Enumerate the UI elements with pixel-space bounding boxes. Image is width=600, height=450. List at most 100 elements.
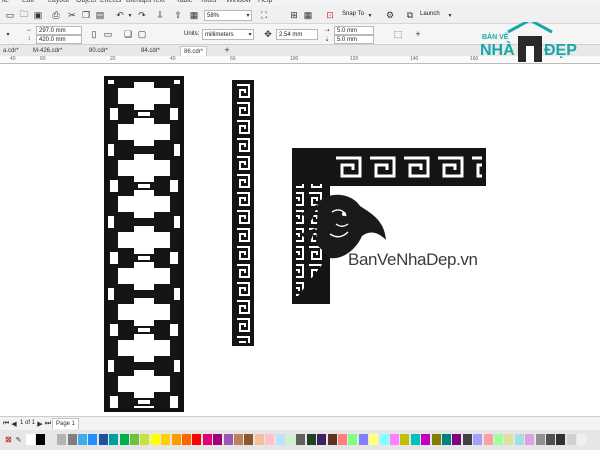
color-swatch[interactable] xyxy=(546,434,555,445)
duplicate-distance-y-field[interactable]: 5.0 mm xyxy=(334,35,374,44)
new-document-icon[interactable]: ▭ xyxy=(4,9,16,21)
page-width-field[interactable]: 297.0 mm xyxy=(36,26,82,35)
portrait-icon[interactable]: ▯ xyxy=(88,28,100,40)
color-swatch[interactable] xyxy=(566,434,576,445)
color-swatch[interactable] xyxy=(67,434,77,445)
color-swatch[interactable] xyxy=(452,434,462,445)
drawing-canvas[interactable]: BanVeNhaDep.vn xyxy=(0,64,600,416)
eyedropper-icon[interactable]: ✎ xyxy=(14,435,23,444)
save-icon[interactable]: ▣ xyxy=(32,9,44,21)
color-swatch[interactable] xyxy=(556,434,566,445)
copy-icon[interactable]: ❐ xyxy=(80,9,92,21)
chevron-down-icon[interactable]: ▾ xyxy=(446,9,454,21)
color-swatch[interactable] xyxy=(358,434,368,445)
landscape-icon[interactable]: ▭ xyxy=(102,28,114,40)
menu-item[interactable]: Effects xyxy=(100,0,121,4)
menu-item[interactable]: Window xyxy=(226,0,251,4)
launch-label[interactable]: Launch xyxy=(420,11,440,17)
previous-page-icon[interactable]: ◀ xyxy=(10,419,18,429)
color-swatch[interactable] xyxy=(78,434,87,445)
full-screen-icon[interactable]: ⛶ xyxy=(258,9,270,21)
menu-item[interactable]: Help xyxy=(258,0,272,4)
page-height-field[interactable]: 420.0 mm xyxy=(36,35,82,44)
color-swatch[interactable] xyxy=(317,434,327,445)
color-swatch[interactable] xyxy=(400,434,410,445)
all-pages-icon[interactable]: ❏ xyxy=(122,28,134,40)
color-swatch[interactable] xyxy=(431,434,441,445)
lattice-panel-shape[interactable] xyxy=(104,76,184,412)
color-swatch[interactable] xyxy=(286,434,295,445)
first-page-icon[interactable]: ⏮ xyxy=(2,419,10,429)
next-page-icon[interactable]: ▶ xyxy=(36,419,44,429)
color-swatch[interactable] xyxy=(462,434,472,445)
color-swatch[interactable] xyxy=(26,434,35,445)
menu-item[interactable]: ile xyxy=(2,0,9,4)
document-tab[interactable]: 84.cdr* xyxy=(138,46,163,56)
menu-item[interactable]: Layout xyxy=(48,0,69,4)
greek-key-strip-shape[interactable] xyxy=(232,80,254,346)
menu-item[interactable]: Table xyxy=(176,0,193,4)
color-swatch[interactable] xyxy=(483,434,493,445)
gear-icon[interactable]: ⚙ xyxy=(384,9,396,21)
color-swatch[interactable] xyxy=(46,434,56,445)
color-swatch[interactable] xyxy=(130,434,139,445)
document-tab[interactable]: 80.cdr* xyxy=(86,46,111,56)
document-tab[interactable]: M-426.cdr* xyxy=(30,46,65,56)
menu-item[interactable]: Bitmaps xyxy=(126,0,151,4)
color-swatch[interactable] xyxy=(327,434,337,445)
color-swatch[interactable] xyxy=(161,434,171,445)
color-swatch[interactable] xyxy=(234,434,243,445)
chevron-down-icon[interactable]: ▾ xyxy=(366,9,374,21)
corner-bracket-shape[interactable] xyxy=(292,148,486,304)
color-swatch[interactable] xyxy=(98,434,108,445)
color-swatch[interactable] xyxy=(410,434,420,445)
export-icon[interactable]: ⇧ xyxy=(172,9,184,21)
add-tab-icon[interactable]: + xyxy=(222,45,232,55)
color-swatch[interactable] xyxy=(535,434,545,445)
color-swatch[interactable] xyxy=(348,434,358,445)
color-swatch[interactable] xyxy=(254,434,264,445)
color-swatch[interactable] xyxy=(182,434,191,445)
publish-pdf-icon[interactable]: ▦ xyxy=(188,9,200,21)
print-icon[interactable]: ⎙ xyxy=(50,9,62,21)
menu-item[interactable]: Edit xyxy=(22,0,34,4)
color-swatch[interactable] xyxy=(171,434,181,445)
open-folder-icon[interactable]: 🗀 xyxy=(18,9,30,21)
chevron-down-icon[interactable]: ▾ xyxy=(244,10,252,21)
color-swatch[interactable] xyxy=(494,434,503,445)
color-swatch[interactable] xyxy=(442,434,451,445)
color-swatch[interactable] xyxy=(525,434,535,445)
menu-item[interactable]: Text xyxy=(152,0,165,4)
color-swatch[interactable] xyxy=(88,434,98,445)
color-swatch[interactable] xyxy=(473,434,483,445)
document-tab[interactable]: a.cdr* xyxy=(0,46,22,56)
color-swatch[interactable] xyxy=(140,434,150,445)
redo-icon[interactable]: ↷ xyxy=(136,9,148,21)
chevron-down-icon[interactable]: ▾ xyxy=(126,9,134,21)
page-frame-icon[interactable]: ⬚ xyxy=(392,28,404,40)
color-swatch[interactable] xyxy=(223,434,233,445)
color-swatch[interactable] xyxy=(514,434,524,445)
page-size-select[interactable]: ▾ xyxy=(0,29,16,39)
undo-icon[interactable]: ↶ xyxy=(114,9,126,21)
color-swatch[interactable] xyxy=(213,434,223,445)
add-icon[interactable]: + xyxy=(412,28,424,40)
color-swatch[interactable] xyxy=(296,434,306,445)
color-swatch[interactable] xyxy=(421,434,431,445)
color-swatch[interactable] xyxy=(150,434,160,445)
paste-icon[interactable]: ▤ xyxy=(94,9,106,21)
page-tab[interactable]: Page 1 xyxy=(52,418,80,429)
menu-item[interactable]: Object xyxy=(76,0,96,4)
show-grid-icon[interactable]: ▦ xyxy=(302,9,314,21)
show-rulers-icon[interactable]: ⊞ xyxy=(288,9,300,21)
color-swatch[interactable] xyxy=(577,434,587,445)
last-page-icon[interactable]: ⏭ xyxy=(44,419,52,429)
snap-icon[interactable]: ⊡ xyxy=(324,9,336,21)
menu-item[interactable]: Tools xyxy=(200,0,216,4)
current-page-icon[interactable]: ▢ xyxy=(136,28,148,40)
color-swatch[interactable] xyxy=(338,434,347,445)
snap-to-label[interactable]: Snap To xyxy=(342,11,364,17)
color-swatch[interactable] xyxy=(192,434,202,445)
color-swatch[interactable] xyxy=(202,434,212,445)
color-swatch[interactable] xyxy=(306,434,316,445)
